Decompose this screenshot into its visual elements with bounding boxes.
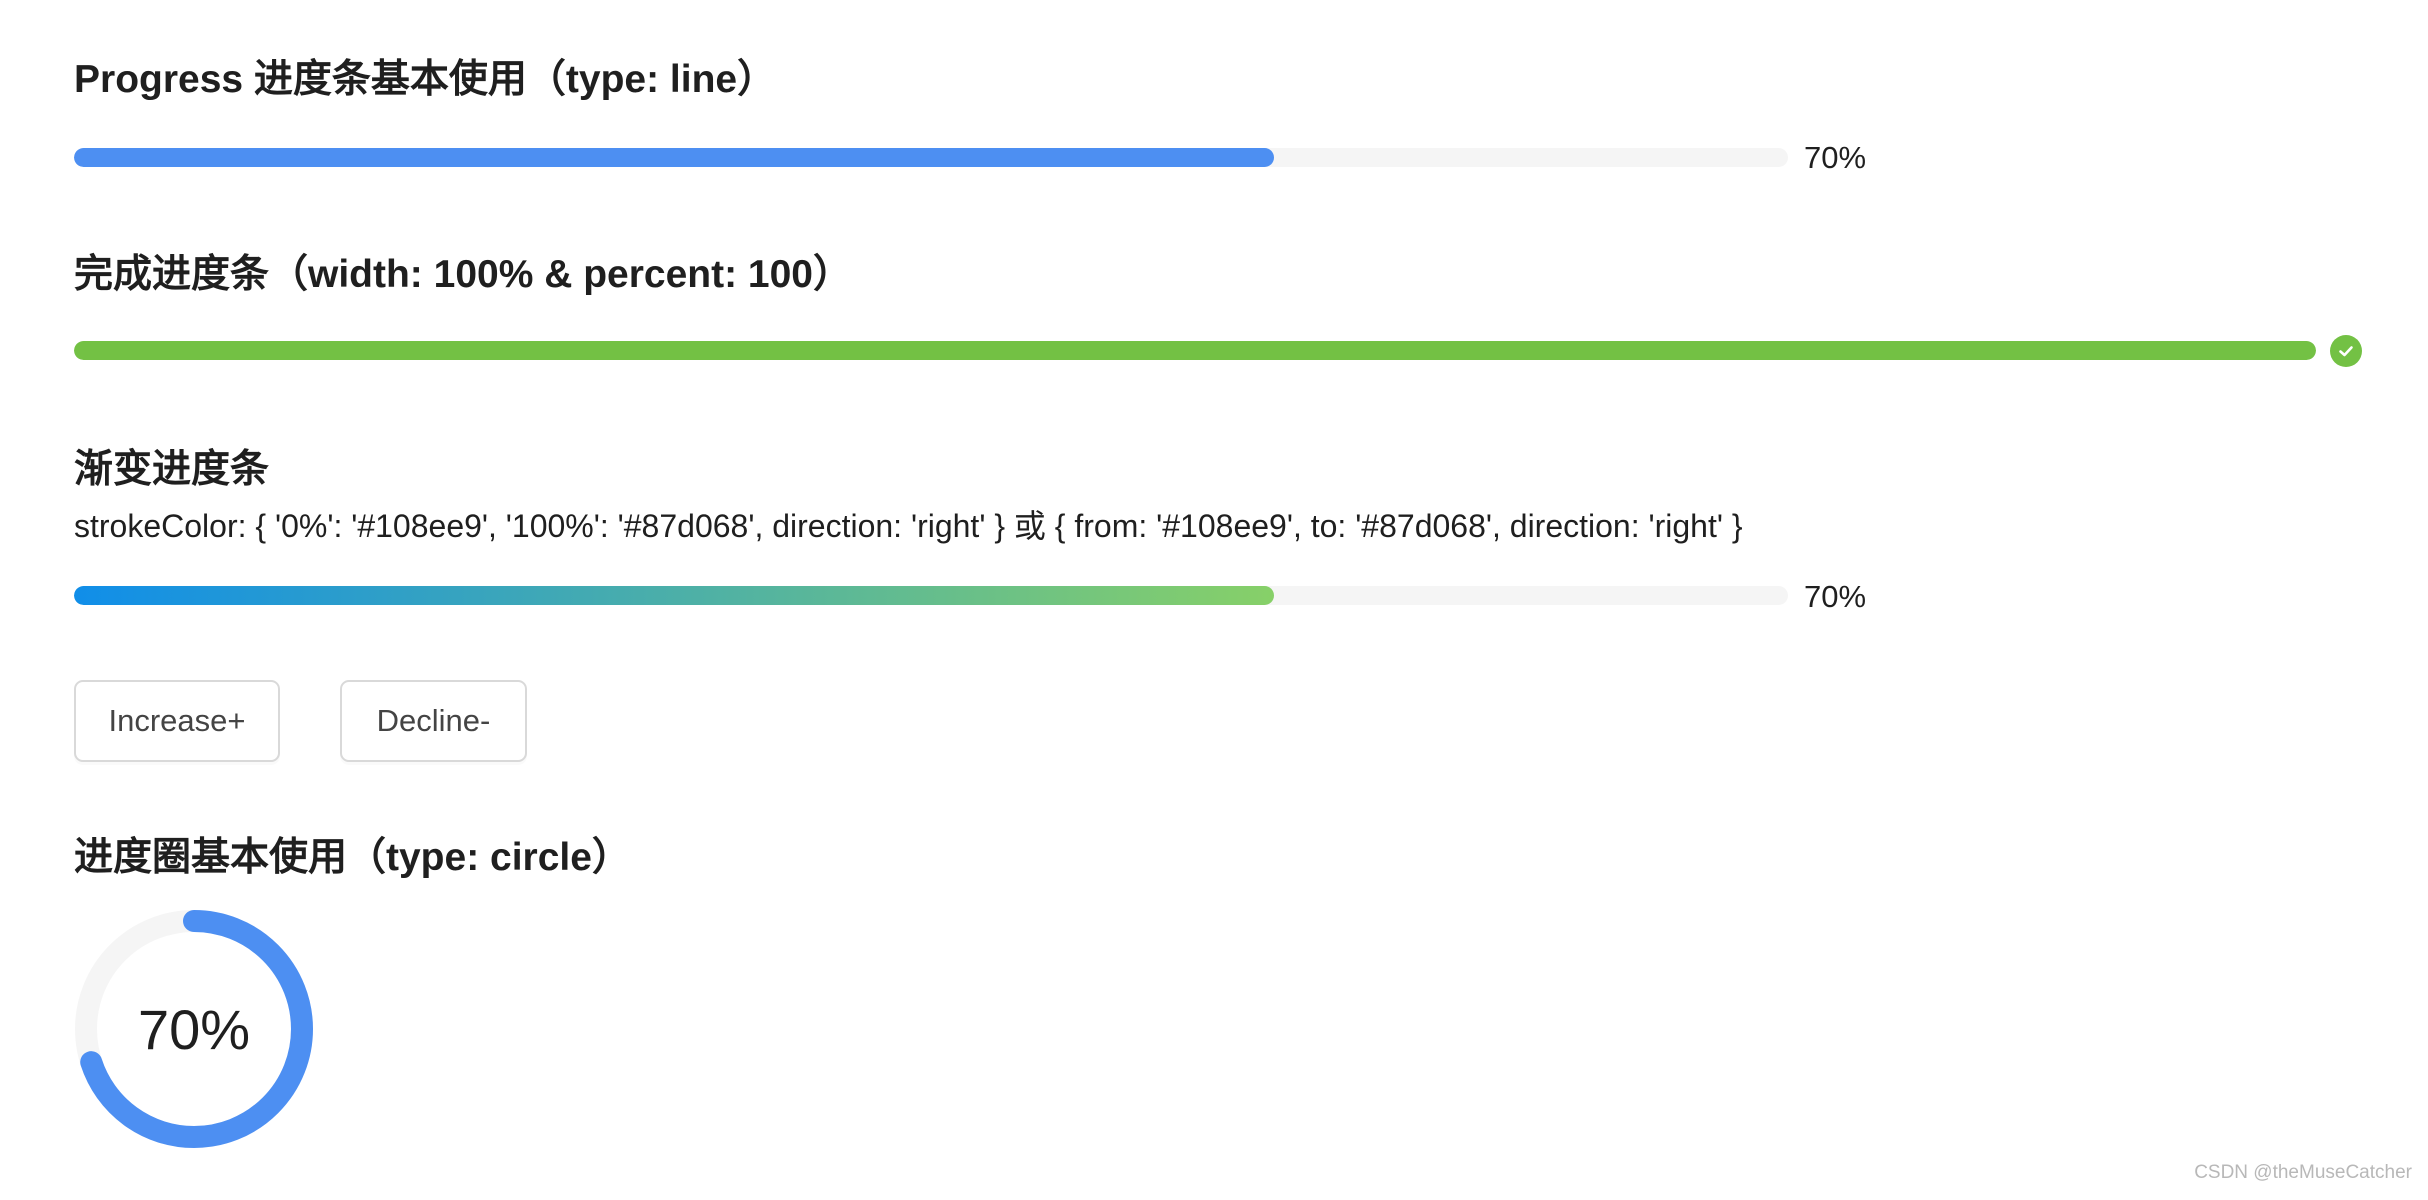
- watermark: CSDN @theMuseCatcher: [2194, 1162, 2412, 1183]
- line-progress-track: [74, 148, 1788, 167]
- complete-progress-track: [74, 341, 2316, 360]
- circle-progress-heading: 进度圈基本使用（type: circle）: [74, 836, 631, 879]
- line-progress-heading: Progress 进度条基本使用（type: line）: [74, 58, 777, 101]
- circle-progress-percent: 70%: [137, 997, 251, 1061]
- gradient-progress-heading: 渐变进度条: [74, 448, 270, 491]
- increase-button[interactable]: Increase+: [74, 680, 280, 762]
- gradient-stroke-color-code: strokeColor: { '0%': '#108ee9', '100%': …: [74, 508, 1743, 544]
- decline-button[interactable]: Decline-: [340, 680, 527, 762]
- circle-progress: 70%: [74, 909, 314, 1149]
- line-progress-percent: 70%: [1804, 140, 1867, 175]
- complete-progress-heading: 完成进度条（width: 100% & percent: 100）: [74, 253, 852, 296]
- line-progress-fill: [74, 148, 1274, 167]
- complete-progress-fill: [74, 341, 2316, 360]
- gradient-progress-percent: 70%: [1804, 579, 1867, 614]
- check-mark-icon: [2339, 346, 2353, 357]
- gradient-progress-track: [74, 586, 1788, 605]
- gradient-progress-fill: [74, 586, 1274, 605]
- check-circle-icon: [2330, 335, 2362, 367]
